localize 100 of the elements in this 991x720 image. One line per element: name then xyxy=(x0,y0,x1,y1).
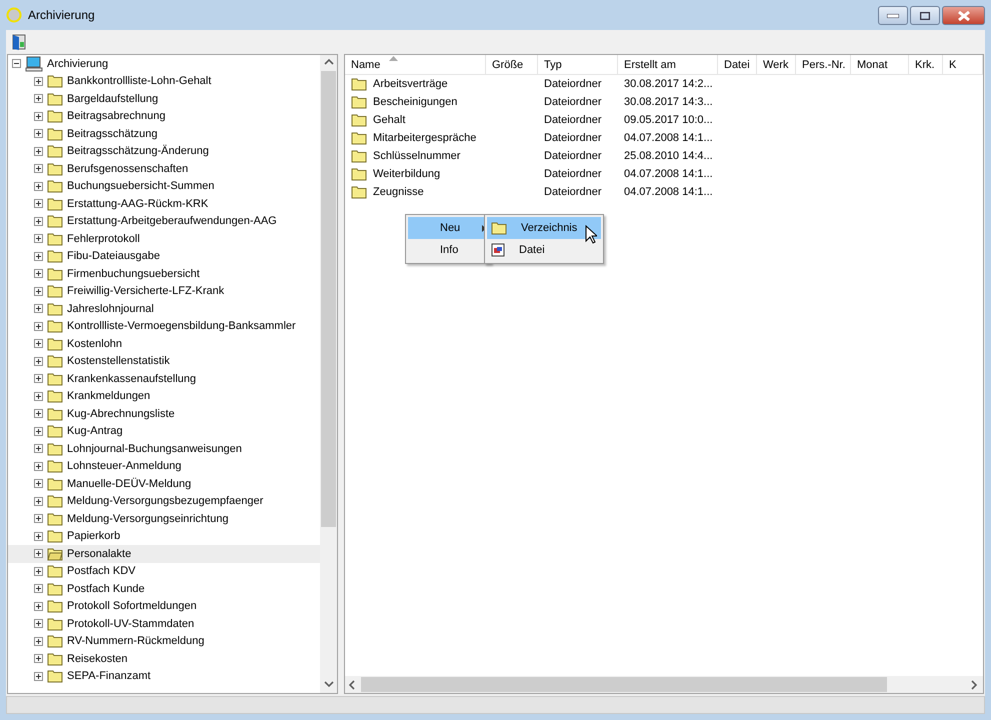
expand-toggle[interactable] xyxy=(34,374,43,384)
expand-toggle[interactable] xyxy=(34,672,43,681)
expand-toggle[interactable] xyxy=(34,269,43,278)
expand-toggle[interactable] xyxy=(34,322,43,331)
column-header[interactable]: Erstellt am xyxy=(618,55,718,74)
file-name[interactable]: Zeugnisse xyxy=(373,186,424,198)
tree-item-row[interactable]: Reisekosten xyxy=(8,650,320,668)
column-header[interactable]: Name xyxy=(345,55,486,74)
column-header[interactable]: Datei xyxy=(718,55,757,74)
file-name[interactable]: Arbeitsverträge xyxy=(373,78,448,90)
expand-toggle[interactable] xyxy=(34,549,43,558)
tree-item-row[interactable]: Beitragsschätzung xyxy=(8,125,320,142)
tree-item-row[interactable]: Jahreslohnjournal xyxy=(8,300,320,318)
tree-item-row[interactable]: Protokoll Sofortmeldungen xyxy=(8,598,320,615)
tree-item-row[interactable]: Bargeldaufstellung xyxy=(8,90,320,108)
tree-item-row[interactable]: Beitragsabrechnung xyxy=(8,108,320,125)
tree-item-row[interactable]: Lohnsteuer-Anmeldung xyxy=(8,458,320,475)
scroll-down-icon[interactable] xyxy=(324,680,334,690)
expand-toggle[interactable] xyxy=(34,164,43,174)
expand-toggle[interactable] xyxy=(34,532,43,541)
column-header[interactable]: Typ xyxy=(538,55,618,74)
expand-toggle[interactable] xyxy=(34,514,43,524)
tree-item-row[interactable]: Protokoll-UV-Stammdaten xyxy=(8,615,320,632)
tree-item-row[interactable]: Meldung-Versorgungsbezugempfaenger xyxy=(8,492,320,510)
expand-toggle[interactable] xyxy=(34,182,43,191)
expand-toggle[interactable] xyxy=(34,94,43,104)
close-button[interactable] xyxy=(942,6,985,25)
scroll-right-icon[interactable] xyxy=(970,680,980,690)
expand-toggle[interactable] xyxy=(34,602,43,611)
file-name[interactable]: Bescheinigungen xyxy=(373,96,458,108)
expand-toggle[interactable] xyxy=(34,216,43,226)
tree-item-row[interactable]: Erstattung-AAG-Rückm-KRK xyxy=(8,195,320,212)
vertical-scrollbar[interactable] xyxy=(320,55,337,693)
tree-item-row[interactable]: Lohnjournal-Buchungsanweisungen xyxy=(8,440,320,458)
tree-item-row[interactable]: Postfach Kunde xyxy=(8,580,320,598)
expand-toggle[interactable] xyxy=(34,584,43,594)
tree-item-row[interactable]: Buchungsuebersicht-Summen xyxy=(8,178,320,195)
file-name[interactable]: Gehalt xyxy=(373,114,406,126)
column-header[interactable]: Werk xyxy=(757,55,796,74)
tree-item-row[interactable]: Manuelle-DEÜV-Meldung xyxy=(8,475,320,492)
expand-toggle[interactable] xyxy=(34,252,43,261)
expand-toggle[interactable] xyxy=(34,619,43,628)
tree-item-row[interactable]: RV-Nummern-Rückmeldung xyxy=(8,632,320,650)
menu-item[interactable]: Datei xyxy=(487,239,601,261)
expand-toggle[interactable] xyxy=(34,496,43,506)
column-header[interactable]: Pers.-Nr. xyxy=(796,55,851,74)
tree-item-row[interactable]: Freiwillig-Versicherte-LFZ-Krank xyxy=(8,282,320,300)
expand-toggle[interactable] xyxy=(34,76,43,86)
expand-toggle[interactable] xyxy=(34,462,43,471)
file-name[interactable]: Weiterbildung xyxy=(373,168,440,180)
expand-toggle[interactable] xyxy=(34,409,43,418)
menu-item[interactable]: Verzeichnis xyxy=(487,217,601,239)
horizontal-scrollbar[interactable] xyxy=(345,676,983,693)
tree-item-row[interactable]: Berufsgenossenschaften xyxy=(8,160,320,178)
tree-item-row[interactable]: Fehlerprotokoll xyxy=(8,230,320,248)
tree-item-row[interactable]: Kug-Abrechnungsliste xyxy=(8,405,320,422)
file-name[interactable]: Mitarbeitergespräche xyxy=(373,132,476,144)
expand-toggle[interactable] xyxy=(34,566,43,576)
expand-toggle[interactable] xyxy=(34,146,43,156)
tree-item-row[interactable]: Erstattung-Arbeitgeberaufwendungen-AAG xyxy=(8,212,320,230)
tree-item-row[interactable]: Fibu-Dateiausgabe xyxy=(8,248,320,265)
maximize-button[interactable] xyxy=(910,6,940,25)
expand-toggle[interactable] xyxy=(34,286,43,296)
collapse-toggle[interactable] xyxy=(12,59,21,68)
tree-item-row[interactable]: Kontrollliste-Vermoegensbildung-Banksammler xyxy=(8,318,320,335)
column-header[interactable]: Krk. xyxy=(909,55,943,74)
tree-item-row[interactable]: Kostenlohn xyxy=(8,335,320,352)
minimize-button[interactable] xyxy=(878,6,908,25)
expand-toggle[interactable] xyxy=(34,356,43,366)
exit-door-button[interactable] xyxy=(10,33,28,51)
tree-item-row[interactable]: Papierkorb xyxy=(8,528,320,545)
expand-toggle[interactable] xyxy=(34,444,43,454)
expand-toggle[interactable] xyxy=(34,304,43,314)
column-header[interactable]: Monat xyxy=(851,55,909,74)
expand-toggle[interactable] xyxy=(34,479,43,488)
expand-toggle[interactable] xyxy=(34,654,43,664)
tree-item-row[interactable]: Kug-Antrag xyxy=(8,422,320,440)
column-header[interactable]: Größe xyxy=(486,55,538,74)
expand-toggle[interactable] xyxy=(34,199,43,208)
tree-item-row[interactable]: Personalakte xyxy=(8,545,320,562)
expand-toggle[interactable] xyxy=(34,392,43,401)
tree-item-row[interactable]: SEPA-Finanzamt xyxy=(8,668,320,685)
tree-item[interactable]: Archivierung xyxy=(47,58,108,70)
file-name[interactable]: Schlüsselnummer xyxy=(373,150,460,162)
column-header[interactable]: K xyxy=(943,55,983,74)
tree-item-row[interactable]: Beitragsschätzung-Änderung xyxy=(8,142,320,160)
expand-toggle[interactable] xyxy=(34,636,43,646)
tree-item-row[interactable]: Firmenbuchungsuebersicht xyxy=(8,265,320,282)
expand-toggle[interactable] xyxy=(34,426,43,436)
tree-item-row[interactable]: Krankenkassenaufstellung xyxy=(8,370,320,388)
expand-toggle[interactable] xyxy=(34,129,43,138)
tree-item-row[interactable]: Bankkontrollliste-Lohn-Gehalt xyxy=(8,72,320,90)
tree-item-row[interactable]: Meldung-Versorgungseinrichtung xyxy=(8,510,320,528)
tree-item-row[interactable]: Postfach KDV xyxy=(8,562,320,580)
tree-item-row[interactable]: Krankmeldungen xyxy=(8,388,320,405)
tree-item-row[interactable]: Kostenstellenstatistik xyxy=(8,352,320,370)
menu-item[interactable]: Info xyxy=(408,239,488,261)
expand-toggle[interactable] xyxy=(34,339,43,348)
expand-toggle[interactable] xyxy=(34,234,43,244)
expand-toggle[interactable] xyxy=(34,112,43,121)
